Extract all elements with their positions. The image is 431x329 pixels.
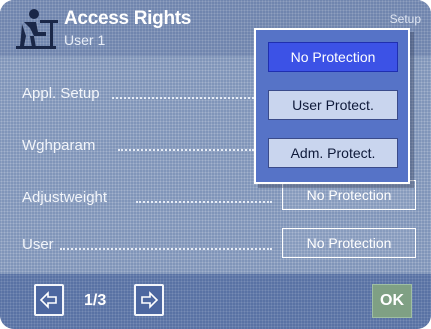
- row-label-appl-setup: Appl. Setup: [22, 85, 100, 102]
- ok-button[interactable]: OK: [372, 284, 412, 318]
- arrow-right-icon: [141, 291, 159, 309]
- row-dots: [112, 97, 254, 99]
- row-dots: [118, 149, 254, 151]
- adjustweight-value-button[interactable]: No Protection: [282, 180, 416, 210]
- option-user-protect[interactable]: User Protect.: [268, 90, 398, 120]
- row-label-wghparam: Wghparam: [22, 137, 96, 154]
- option-no-protection[interactable]: No Protection: [268, 42, 398, 72]
- user-at-desk-icon: [16, 9, 58, 49]
- user-value-button[interactable]: No Protection: [282, 228, 416, 258]
- previous-page-button[interactable]: [34, 284, 64, 316]
- page-indicator: 1/3: [84, 292, 107, 309]
- option-adm-protect[interactable]: Adm. Protect.: [268, 138, 398, 168]
- page-subtitle: User 1: [64, 32, 106, 48]
- row-label-user: User: [22, 236, 54, 253]
- next-page-button[interactable]: [134, 284, 164, 316]
- row-label-adjustweight: Adjustweight: [22, 189, 108, 206]
- page-title: Access Rights: [64, 8, 192, 29]
- header-context-label: Setup: [389, 12, 421, 26]
- protection-options-popup: No Protection User Protect. Adm. Protect…: [254, 28, 410, 184]
- arrow-left-icon: [39, 291, 57, 309]
- access-rights-screen: Access Rights User 1 Setup Appl. Setup W…: [0, 0, 431, 329]
- bottom-bar: 1/3 OK: [0, 274, 431, 329]
- row-dots: [60, 248, 272, 250]
- row-dots: [136, 201, 272, 203]
